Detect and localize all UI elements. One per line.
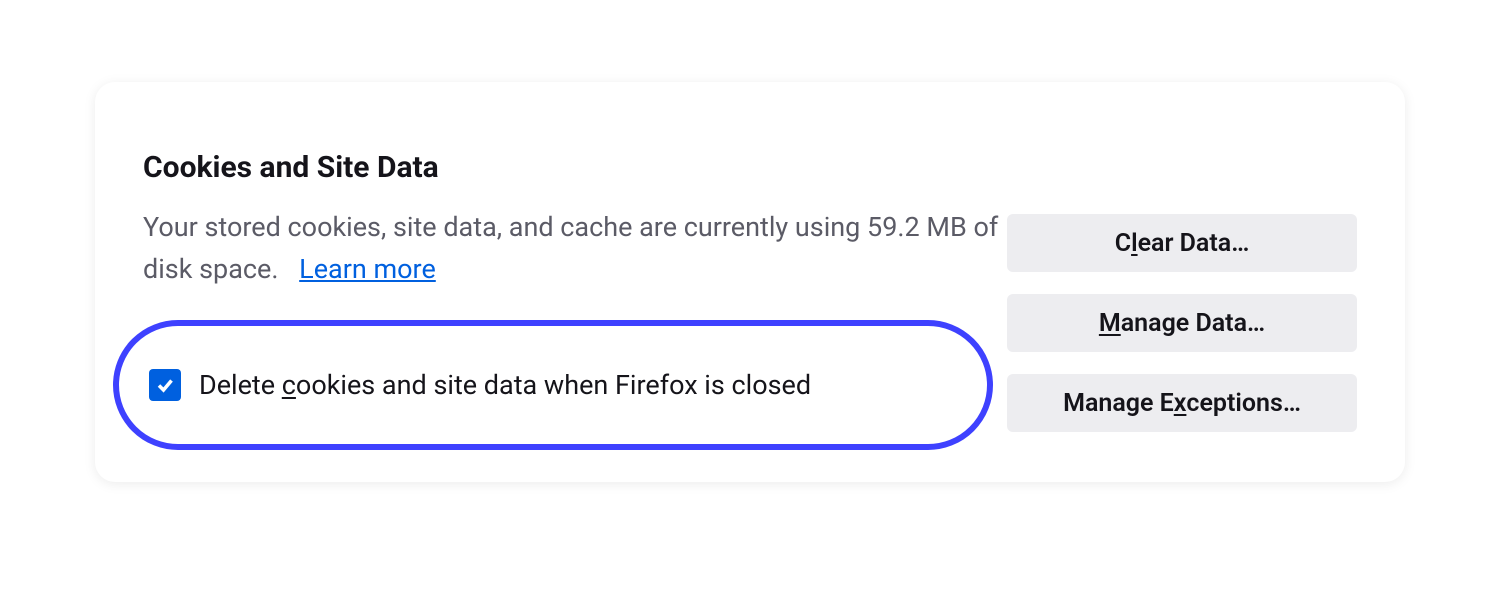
delete-cookies-checkbox-row[interactable]: Delete cookies and site data when Firefo… — [149, 369, 811, 401]
delete-cookies-label: Delete cookies and site data when Firefo… — [199, 369, 811, 401]
clear-post: ear Data… — [1138, 229, 1250, 258]
label-pre: Delete — [199, 369, 282, 401]
clear-pre: C — [1115, 229, 1131, 258]
storage-used-value: 59.2 MB — [867, 211, 967, 243]
outer-card: Cookies and Site Data Your stored cookie… — [0, 0, 1500, 592]
delete-cookies-checkbox[interactable] — [149, 369, 181, 401]
description-pre: Your stored cookies, site data, and cach… — [143, 211, 867, 243]
manage-data-post: anage Data… — [1121, 309, 1265, 338]
manage-data-accessor: M — [1099, 309, 1121, 338]
checkmark-icon — [155, 375, 175, 395]
label-accessor: c — [282, 369, 296, 401]
manage-exceptions-post: ceptions… — [1186, 389, 1301, 418]
clear-data-button[interactable]: Clear Data… — [1007, 214, 1357, 272]
manage-exceptions-accessor: x — [1174, 389, 1187, 418]
highlight-annotation: Delete cookies and site data when Firefo… — [113, 320, 993, 450]
manage-data-button[interactable]: Manage Data… — [1007, 294, 1357, 352]
learn-more-link[interactable]: Learn more — [299, 253, 436, 285]
manage-exceptions-pre: Manage E — [1063, 389, 1174, 418]
cookies-site-data-panel: Cookies and Site Data Your stored cookie… — [95, 82, 1405, 482]
manage-exceptions-button[interactable]: Manage Exceptions… — [1007, 374, 1357, 432]
label-post: ookies and site data when Firefox is clo… — [296, 369, 811, 401]
section-text-column: Cookies and Site Data Your stored cookie… — [143, 150, 1013, 291]
section-title: Cookies and Site Data — [143, 150, 1013, 185]
section-description: Your stored cookies, site data, and cach… — [143, 207, 1003, 291]
action-buttons-column: Clear Data… Manage Data… Manage Exceptio… — [1007, 214, 1357, 432]
